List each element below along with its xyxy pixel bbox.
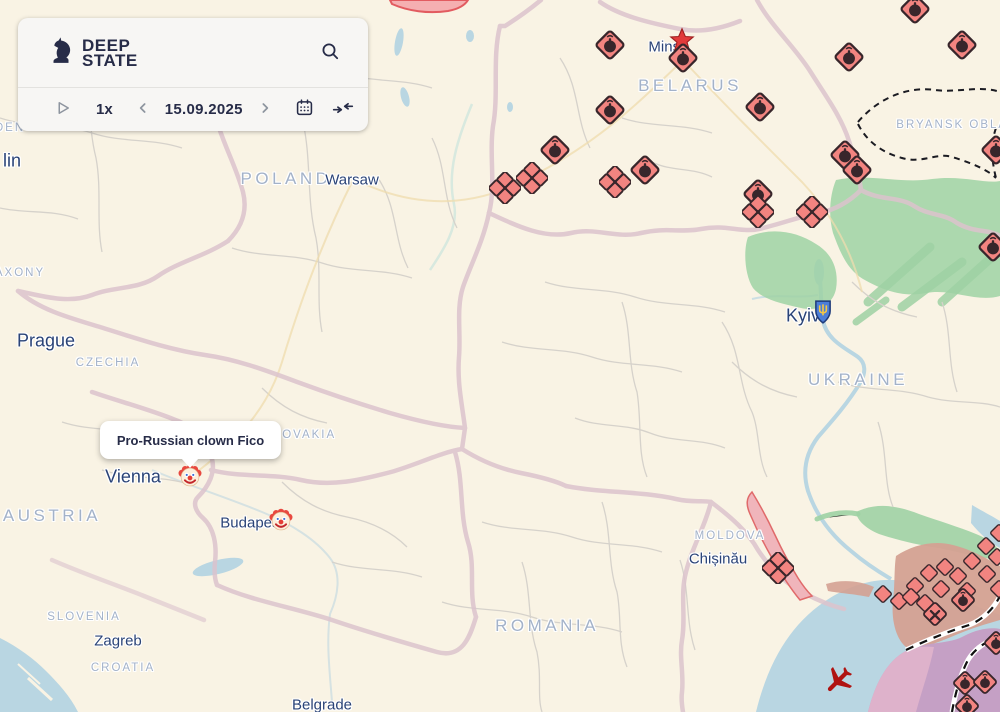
chevron-right-icon: [257, 100, 273, 119]
strike-diamond-marker[interactable]: [743, 90, 777, 124]
occupation-diamond-marker[interactable]: [901, 587, 922, 608]
strike-cluster-marker[interactable]: [742, 196, 774, 228]
jet-plane-marker[interactable]: [821, 663, 855, 697]
strike-cluster-marker[interactable]: [599, 166, 631, 198]
card-header: DEEP STATE: [18, 18, 368, 88]
next-date-button[interactable]: [257, 100, 273, 119]
strike-diamond-marker[interactable]: [979, 133, 1000, 167]
search-button[interactable]: [316, 39, 344, 67]
occupation-diamond-marker[interactable]: [989, 579, 1000, 600]
play-button[interactable]: [54, 99, 72, 120]
strike-diamond-marker[interactable]: [593, 93, 627, 127]
tooltip-text: Pro-Russian clown Fico: [117, 433, 264, 448]
play-icon: [54, 99, 72, 120]
playback-controls: 1x 15.09.2025: [18, 88, 368, 130]
strike-diamond-marker-bomb[interactable]: [953, 692, 981, 712]
control-card: DEEP STATE 1x: [18, 18, 368, 131]
strike-diamond-marker-bomb[interactable]: [949, 586, 977, 614]
strike-diamond-marker[interactable]: [832, 40, 866, 74]
strike-diamond-marker[interactable]: [898, 0, 932, 26]
strike-diamond-marker-cross[interactable]: [921, 600, 949, 628]
calendar-button[interactable]: [295, 98, 314, 120]
date-display[interactable]: 15.09.2025: [165, 101, 243, 118]
strike-cluster-marker[interactable]: [516, 162, 548, 194]
strike-diamond-marker[interactable]: [628, 153, 662, 187]
strike-diamond-marker[interactable]: [840, 153, 874, 187]
map-tooltip: Pro-Russian clown Fico: [100, 421, 281, 459]
arrows-to-center-icon: [332, 99, 354, 120]
strike-cluster-marker[interactable]: [762, 552, 794, 584]
deepstate-logo: DEEP STATE: [48, 35, 138, 70]
strike-diamond-marker[interactable]: [976, 230, 1000, 264]
strike-diamond-marker[interactable]: [666, 41, 700, 75]
previous-date-button[interactable]: [135, 100, 151, 119]
chevron-left-icon: [135, 100, 151, 119]
speed-button[interactable]: 1x: [96, 101, 113, 118]
strike-diamond-marker[interactable]: [945, 28, 979, 62]
strike-diamond-marker-bomb[interactable]: [982, 629, 1000, 657]
collapse-horizontal-button[interactable]: [332, 99, 354, 120]
calendar-icon: [295, 98, 314, 120]
clown-face-marker[interactable]: [268, 507, 294, 533]
ukraine-shield-marker-kyiv[interactable]: [814, 300, 833, 325]
map-stage: POLANDWarsawBELARUSMinskUKRAINEKyivROMAN…: [0, 0, 1000, 712]
logo-text: DEEP STATE: [82, 38, 138, 68]
occupation-diamond-marker[interactable]: [989, 523, 1000, 544]
search-icon: [320, 41, 340, 64]
strike-cluster-marker[interactable]: [796, 196, 828, 228]
strike-diamond-marker[interactable]: [593, 28, 627, 62]
logo-line-2: STATE: [82, 53, 138, 68]
chess-knight-icon: [48, 35, 74, 70]
